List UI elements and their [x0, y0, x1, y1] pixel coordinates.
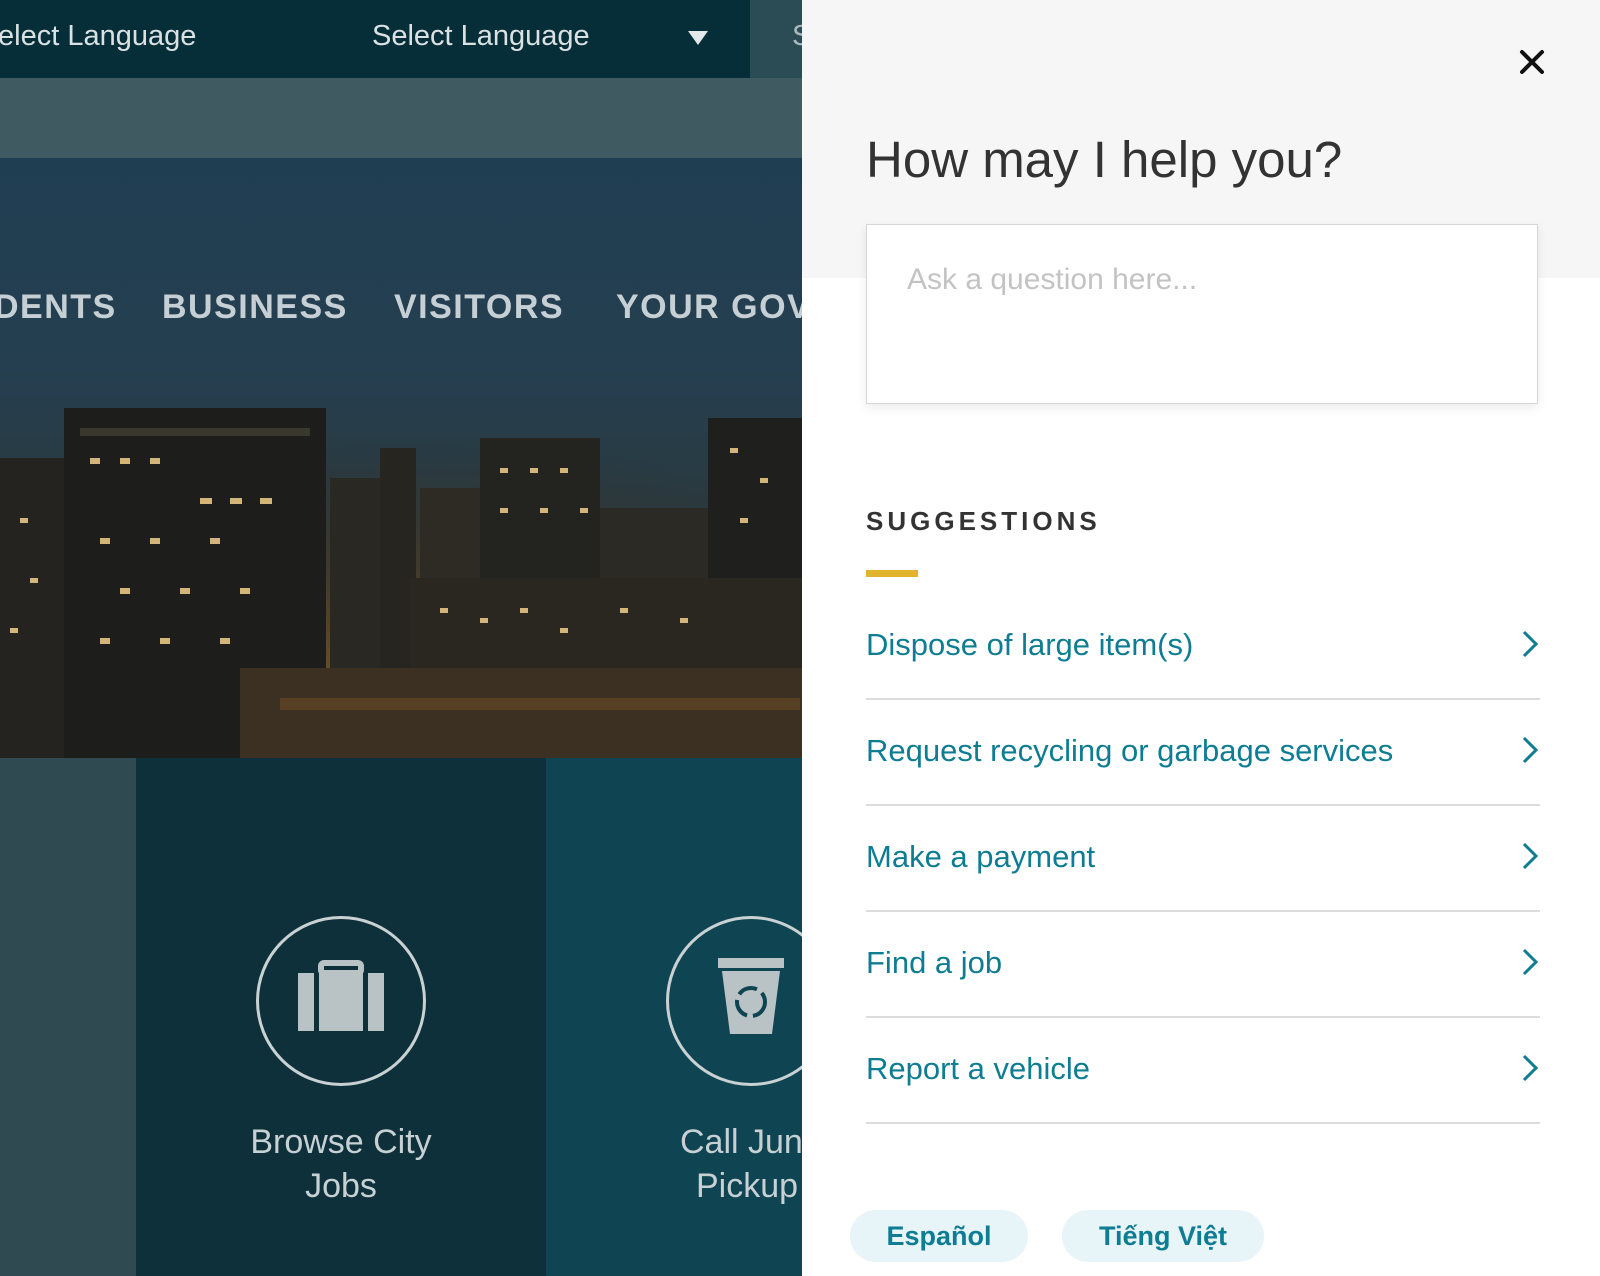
suggestions-heading: SUGGESTIONS [866, 506, 1101, 536]
tile-label-junk-pickup: Call Jun Pickup [680, 1120, 802, 1208]
nav-item-visitors[interactable]: VISITORS [394, 288, 564, 327]
suggestion-label: Request recycling or garbage services [866, 733, 1394, 768]
close-button[interactable] [1512, 42, 1552, 82]
suggestion-label: Make a payment [866, 839, 1096, 874]
recycle-icon-circle [666, 916, 802, 1086]
topbar-segment[interactable]: S [750, 0, 802, 78]
suggestion-request-recycling[interactable]: Request recycling or garbage services [866, 700, 1540, 806]
briefcase-icon [298, 960, 384, 1031]
chevron-right-icon [1522, 630, 1539, 658]
tile-label-line: Jobs [305, 1167, 377, 1205]
nav-item-your-government[interactable]: YOUR GOV [616, 288, 802, 327]
dropdown-caret-icon[interactable] [688, 31, 708, 45]
briefcase-icon-circle [256, 916, 426, 1086]
suggestions-list: Dispose of large item(s) Request recycli… [866, 594, 1540, 1124]
top-utility-bar: elect Language Select Language S [0, 0, 802, 78]
tile-call-junk-pickup[interactable]: Call Jun Pickup [546, 758, 802, 1276]
tile-browse-city-jobs[interactable]: Browse City Jobs [136, 758, 546, 1276]
language-button-vietnamese[interactable]: Tiếng Việt [1062, 1210, 1264, 1262]
help-panel: How may I help you? SUGGESTIONS Dispose … [802, 0, 1600, 1276]
hero-banner: DENTS BUSINESS VISITORS YOUR GOV [0, 158, 802, 758]
suggestion-find-job[interactable]: Find a job [866, 912, 1540, 1018]
main-nav: DENTS BUSINESS VISITORS YOUR GOV [0, 288, 802, 338]
chevron-right-icon [1522, 1054, 1539, 1082]
city-skyline-image [0, 398, 802, 758]
background-site: elect Language Select Language S DENTS B… [0, 0, 802, 1276]
language-selector[interactable]: Select Language [372, 20, 590, 53]
chevron-right-icon [1522, 842, 1539, 870]
suggestion-report-vehicle[interactable]: Report a vehicle [866, 1018, 1540, 1124]
suggestion-label: Dispose of large item(s) [866, 627, 1194, 662]
tile-label-line: Call Jun [680, 1123, 802, 1161]
suggestion-label: Report a vehicle [866, 1051, 1091, 1086]
tile-label-browse-jobs: Browse City Jobs [136, 1120, 546, 1208]
suggestion-dispose-large-items[interactable]: Dispose of large item(s) [866, 594, 1540, 700]
chevron-right-icon [1522, 736, 1539, 764]
language-selector-partial[interactable]: elect Language [0, 20, 196, 53]
topbar-segment-label: S [792, 20, 802, 52]
suggestions-underline [866, 570, 918, 577]
close-icon [1520, 50, 1544, 74]
nav-item-residents[interactable]: DENTS [0, 288, 117, 327]
nav-item-business[interactable]: BUSINESS [162, 288, 348, 327]
quick-links-tiles: Browse City Jobs Call Jun Pickup [0, 758, 802, 1276]
suggestion-make-payment[interactable]: Make a payment [866, 806, 1540, 912]
recycle-bin-icon [718, 958, 784, 1034]
chevron-right-icon [1522, 948, 1539, 976]
suggestion-label: Find a job [866, 945, 1003, 980]
tile-partial[interactable] [0, 758, 136, 1276]
tile-label-line: Browse City [250, 1123, 432, 1161]
tile-label-line: Pickup [696, 1167, 799, 1205]
language-button-espanol[interactable]: Español [850, 1210, 1028, 1262]
help-title: How may I help you? [866, 131, 1343, 188]
question-input[interactable] [866, 224, 1538, 404]
header-band [0, 78, 802, 158]
